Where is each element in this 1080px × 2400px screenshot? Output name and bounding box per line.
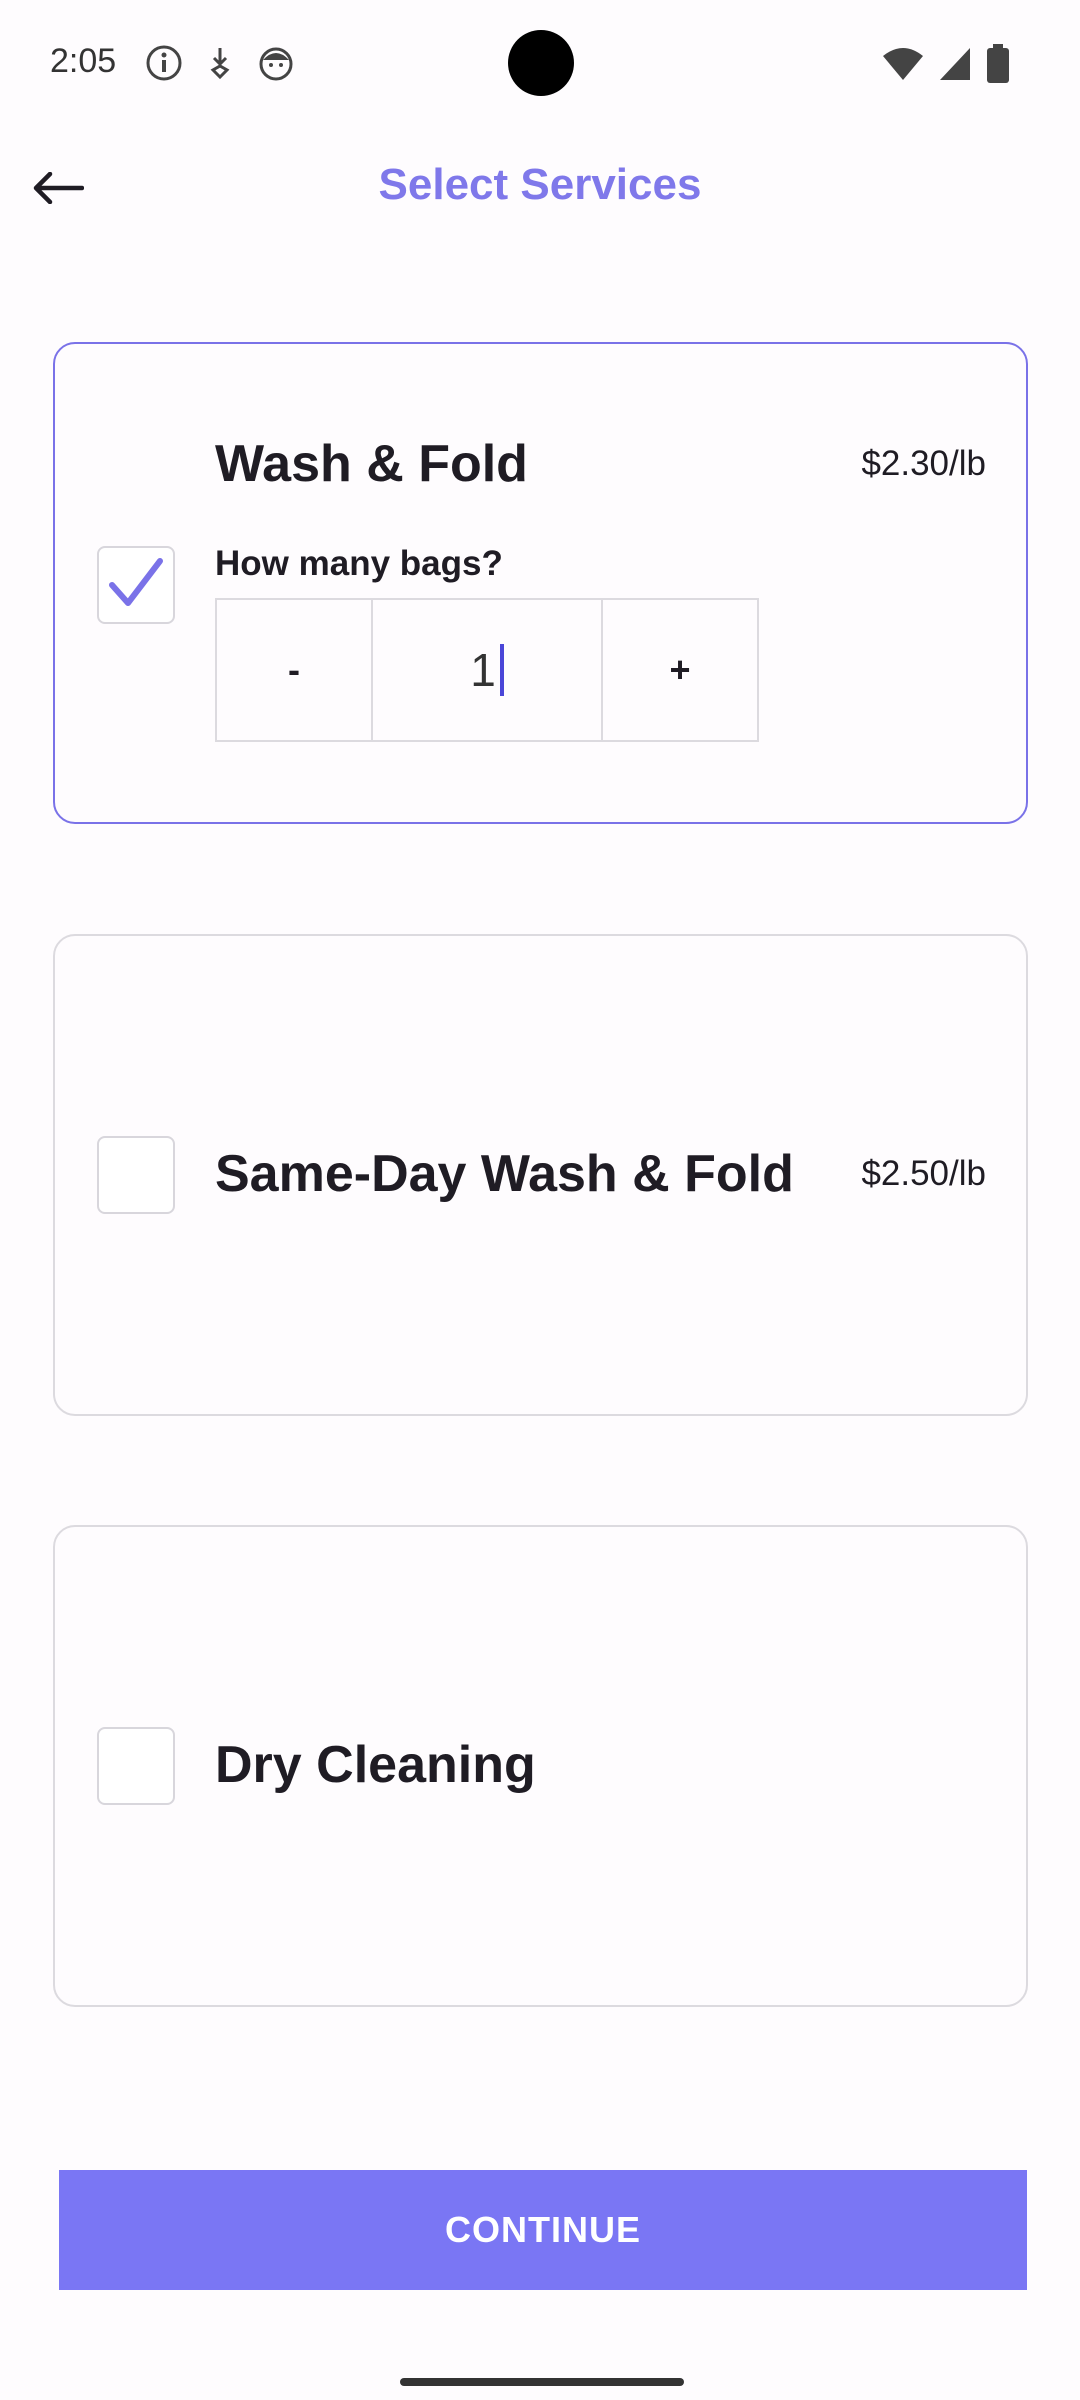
service-name: Wash & Fold — [215, 435, 528, 493]
service-card-dry-cleaning[interactable]: Dry Cleaning — [53, 1525, 1028, 2007]
text-cursor — [499, 644, 504, 696]
signal-icon — [938, 46, 972, 87]
dry-cleaning-checkbox[interactable] — [97, 1727, 175, 1805]
bag-quantity-stepper: - 1 + — [215, 598, 759, 742]
camera-cutout — [508, 30, 574, 96]
info-icon — [145, 44, 183, 82]
wifi-icon — [882, 46, 924, 87]
wash-fold-checkbox[interactable] — [97, 546, 175, 624]
continue-button[interactable]: CONTINUE — [59, 2170, 1027, 2290]
page-title: Select Services — [378, 160, 702, 209]
download-notification-icon — [205, 44, 235, 82]
home-indicator[interactable] — [400, 2378, 684, 2386]
status-bar: 2:05 — [0, 0, 1080, 130]
service-price: $2.30/lb — [861, 444, 986, 483]
decrement-button[interactable]: - — [217, 600, 371, 740]
bags-label: How many bags? — [215, 544, 503, 583]
service-card-same-day[interactable]: Same-Day Wash & Fold $2.50/lb — [53, 934, 1028, 1416]
app-bar: Select Services — [0, 130, 1080, 250]
battery-icon — [986, 44, 1010, 89]
service-name: Dry Cleaning — [215, 1736, 536, 1794]
service-price: $2.50/lb — [861, 1154, 986, 1193]
checkmark-icon — [106, 555, 166, 616]
face-icon — [257, 44, 295, 82]
quantity-value: 1 — [470, 644, 496, 696]
increment-button[interactable]: + — [603, 600, 757, 740]
service-name: Same-Day Wash & Fold — [215, 1145, 794, 1203]
service-card-wash-fold[interactable]: Wash & Fold $2.30/lb How many bags? - 1 … — [53, 342, 1028, 824]
quantity-input[interactable]: 1 — [371, 600, 603, 740]
same-day-checkbox[interactable] — [97, 1136, 175, 1214]
status-time: 2:05 — [50, 42, 117, 80]
